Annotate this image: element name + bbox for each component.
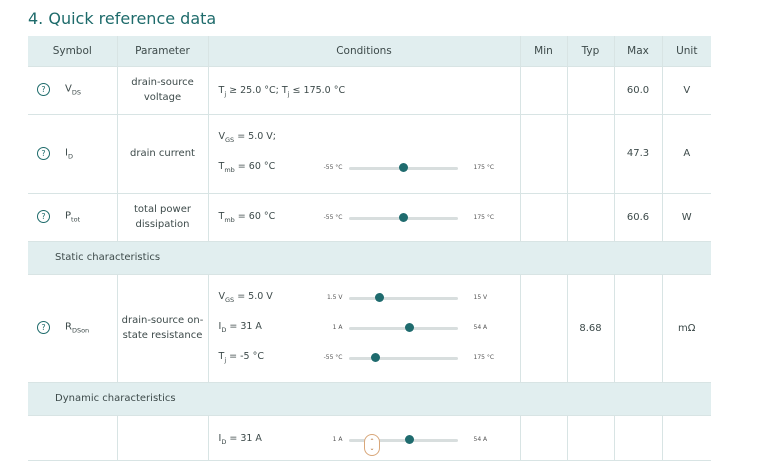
symbol-cell: ? Ptot [28, 193, 118, 242]
unit-value: mΩ [662, 274, 711, 383]
col-header-symbol: Symbol [28, 36, 118, 67]
unit-value: W [662, 193, 711, 242]
slider-thumb[interactable] [404, 322, 414, 332]
symbol-cell: ? ID [28, 114, 118, 194]
slider-thumb[interactable] [404, 434, 414, 444]
slider-min-label: -55 °C [323, 163, 343, 171]
typ-value: 8.68 [567, 274, 615, 383]
section-row-static: Static characteristics [28, 241, 711, 275]
parameter-cell: drain current [117, 114, 209, 194]
condition-text: ID = 31 A [218, 432, 262, 446]
slider-track[interactable] [348, 326, 458, 330]
col-header-conditions: Conditions [208, 36, 521, 67]
condition-text: Tmb = 60 °C [218, 210, 276, 224]
typ-value [567, 114, 615, 194]
parameter-cell: drain-source voltage [117, 66, 209, 115]
slider-max-label: 175 °C [473, 213, 495, 221]
slider-min-label: 1 A [332, 323, 343, 331]
col-header-unit: Unit [662, 36, 711, 67]
col-header-max: Max [614, 36, 663, 67]
col-header-typ: Typ [567, 36, 615, 67]
col-header-min: Min [520, 36, 568, 67]
conditions-cell: VGS = 5.0 V; Tmb = 60 °C -55 °C 175 °C [208, 114, 521, 194]
id-slider[interactable]: 1 A 54 A [317, 322, 497, 333]
unit-value: V [662, 66, 711, 115]
condition-text: VGS = 5.0 V [218, 290, 273, 304]
min-value [520, 274, 568, 383]
condition-text: ID = 31 A [218, 320, 262, 334]
condition-text: VGS = 5.0 V; [218, 130, 277, 144]
unit-value: A [662, 114, 711, 194]
help-icon[interactable]: ? [37, 83, 50, 96]
max-value: 47.3 [614, 114, 663, 194]
slider-min-label: -55 °C [323, 353, 343, 361]
condition-text: Tj = -5 °C [218, 350, 265, 364]
table-row-rdson: ? RDSon drain-source on-state resistance… [28, 274, 711, 383]
unit-value [662, 415, 711, 461]
min-value [520, 66, 568, 115]
quick-reference-table: Symbol Parameter Conditions Min Typ Max … [28, 36, 711, 461]
id-slider[interactable]: 1 A 54 A [317, 434, 497, 445]
max-value: 60.0 [614, 66, 663, 115]
parameter-cell [117, 415, 209, 461]
slider-thumb[interactable] [371, 352, 381, 362]
page-title: 4. Quick reference data [28, 9, 217, 28]
scroll-toggle-button[interactable]: ⌃ ⌄ [364, 434, 380, 456]
slider-track[interactable] [348, 296, 458, 300]
table-row-id: ? ID drain current VGS = 5.0 V; Tmb = 60… [28, 114, 711, 194]
typ-value [567, 66, 615, 115]
slider-track[interactable] [348, 356, 458, 360]
symbol-label: Ptot [65, 210, 81, 224]
slider-max-label: 54 A [473, 435, 488, 443]
condition-text: Tmb = 60 °C [218, 160, 276, 174]
slider-max-label: 15 V [473, 293, 488, 301]
conditions-cell: Tj ≥ 25.0 °C; Tj ≤ 175.0 °C [208, 66, 521, 115]
max-value [614, 415, 663, 461]
section-title: Static characteristics [28, 241, 711, 275]
chevron-down-icon: ⌄ [369, 445, 375, 452]
symbol-label: VDS [65, 83, 81, 97]
min-value [520, 415, 568, 461]
slider-max-label: 54 A [473, 323, 488, 331]
condition-text: Tj ≥ 25.0 °C; Tj ≤ 175.0 °C [218, 84, 346, 98]
table-row-vds: ? VDS drain-source voltage Tj ≥ 25.0 °C; … [28, 66, 711, 115]
tmb-slider[interactable]: -55 °C 175 °C [317, 162, 497, 173]
symbol-cell: ? VDS [28, 66, 118, 115]
slider-min-label: 1.5 V [326, 293, 343, 301]
typ-value [567, 193, 615, 242]
symbol-cell [28, 415, 118, 461]
tmb-slider[interactable]: -55 °C 175 °C [317, 212, 497, 223]
symbol-label: RDSon [65, 321, 90, 335]
symbol-cell: ? RDSon [28, 274, 118, 383]
vgs-slider[interactable]: 1.5 V 15 V [317, 292, 497, 303]
help-icon[interactable]: ? [37, 210, 50, 223]
help-icon[interactable]: ? [37, 146, 50, 160]
col-header-parameter: Parameter [117, 36, 209, 67]
section-row-dynamic: Dynamic characteristics [28, 382, 711, 416]
slider-min-label: 1 A [332, 435, 343, 443]
max-value [614, 274, 663, 383]
parameter-cell: total power dissipation [117, 193, 209, 242]
section-title: Dynamic characteristics [28, 382, 711, 416]
slider-thumb[interactable] [398, 162, 408, 172]
slider-min-label: -55 °C [323, 213, 343, 221]
table-header-row: Symbol Parameter Conditions Min Typ Max … [28, 36, 711, 67]
tj-slider[interactable]: -55 °C 175 °C [317, 352, 497, 363]
slider-max-label: 175 °C [473, 353, 495, 361]
max-value: 60.6 [614, 193, 663, 242]
table-row-ptot: ? Ptot total power dissipation Tmb = 60 °… [28, 193, 711, 242]
symbol-label: ID [65, 147, 73, 160]
conditions-cell: VGS = 5.0 V 1.5 V 15 V ID = 31 A 1 A 54 … [208, 274, 521, 383]
slider-max-label: 175 °C [473, 163, 495, 171]
slider-thumb[interactable] [375, 292, 385, 302]
typ-value [567, 415, 615, 461]
parameter-cell: drain-source on-state resistance [117, 274, 209, 383]
help-icon[interactable]: ? [37, 321, 50, 334]
min-value [520, 114, 568, 194]
chevron-up-icon: ⌃ [369, 438, 375, 445]
conditions-cell: Tmb = 60 °C -55 °C 175 °C [208, 193, 521, 242]
min-value [520, 193, 568, 242]
slider-thumb[interactable] [398, 212, 408, 222]
